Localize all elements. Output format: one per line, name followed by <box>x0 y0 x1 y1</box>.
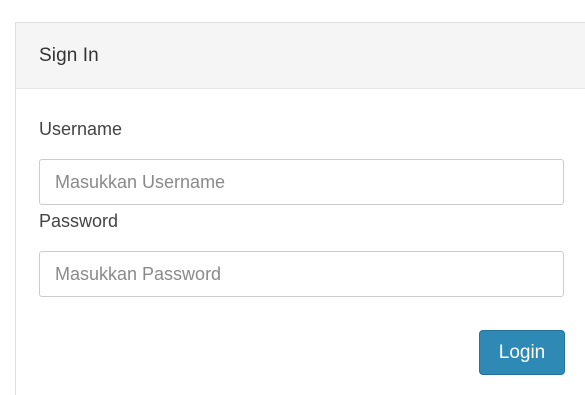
panel-title: Sign In <box>39 44 99 66</box>
sign-in-panel: Sign In Username Password Login <box>15 22 585 395</box>
password-input[interactable] <box>39 251 564 297</box>
username-input[interactable] <box>39 159 564 205</box>
login-button[interactable]: Login <box>479 330 565 375</box>
password-label: Password <box>39 211 119 231</box>
panel-heading: Sign In <box>16 23 585 89</box>
username-label: Username <box>39 119 123 139</box>
